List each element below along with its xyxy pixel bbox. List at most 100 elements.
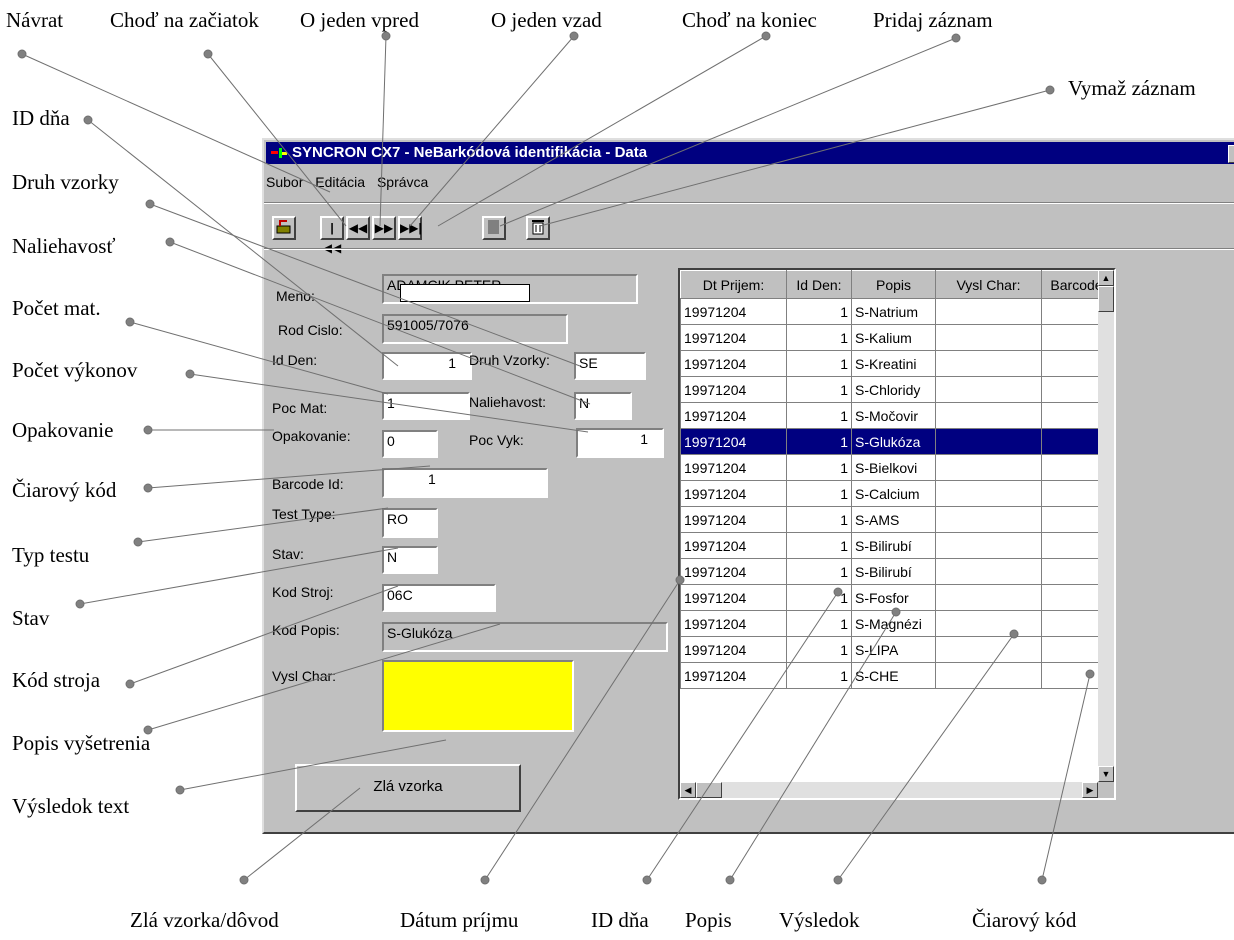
field-poc-mat-value: 1: [387, 395, 395, 411]
table-row[interactable]: 19971204 1 S-Bilirubí: [680, 532, 1112, 559]
field-kod-stroj[interactable]: 06C: [382, 584, 496, 612]
scroll-left-button[interactable]: ◀: [680, 782, 696, 798]
field-test-type[interactable]: RO: [382, 508, 438, 538]
field-druh-vzorky[interactable]: SE: [574, 352, 646, 380]
label-meno: Meno:: [276, 288, 315, 304]
app-icon: [271, 148, 287, 158]
scroll-up-button[interactable]: ▲: [1098, 270, 1114, 286]
cell-id-den: 1: [786, 480, 852, 507]
scrollbar-corner: [1098, 782, 1114, 798]
annotation-popis-vysetrenia: Popis vyšetrenia: [12, 731, 151, 755]
cell-id-den: 1: [786, 350, 852, 377]
scroll-right-button[interactable]: ▶: [1082, 782, 1098, 798]
field-id-den[interactable]: 1: [382, 352, 472, 380]
cell-vysl-char: [935, 532, 1042, 559]
label-poc-mat: Poc Mat:: [272, 400, 328, 416]
cell-id-den: 1: [786, 506, 852, 533]
menu-subor[interactable]: Subor: [266, 174, 303, 190]
cell-id-den: 1: [786, 636, 852, 663]
label-rod-cislo: Rod Cislo:: [278, 322, 343, 338]
records-grid[interactable]: Dt Prijem: Id Den: Popis Vysl Char: Barc…: [678, 268, 1116, 800]
column-header-vysl-char[interactable]: Vysl Char:: [935, 270, 1042, 299]
label-poc-vyk: Poc Vyk:: [469, 432, 524, 448]
table-row[interactable]: 19971204 1 S-Natrium: [680, 298, 1112, 325]
maximize-button[interactable]: [1228, 145, 1234, 163]
label-naliehavost: Naliehavost:: [469, 394, 547, 410]
field-barcode-id[interactable]: 1: [382, 468, 548, 498]
cell-popis: S-Močovir: [851, 402, 936, 429]
next-record-button[interactable]: ▶▶: [372, 216, 396, 240]
table-row[interactable]: 19971204 1 S-AMS: [680, 506, 1112, 533]
field-stav[interactable]: N: [382, 546, 438, 574]
step-back-icon: ◀◀: [348, 221, 368, 235]
label-druh-vzorky: Druh Vzorky:: [469, 352, 550, 368]
horizontal-scroll-thumb[interactable]: [696, 782, 722, 798]
field-opakovanie[interactable]: 0: [382, 430, 438, 458]
cell-dt-prijem: 19971204: [680, 454, 787, 481]
trash-icon: [532, 220, 544, 235]
annotation-zla-vzorka-dovod: Zlá vzorka/dôvod: [130, 908, 279, 932]
column-header-id-den[interactable]: Id Den:: [786, 270, 852, 299]
scroll-down-button[interactable]: ▼: [1098, 766, 1114, 782]
field-poc-vyk[interactable]: 1: [576, 428, 664, 458]
cell-vysl-char: [935, 298, 1042, 325]
field-kod-popis: S-Glukóza: [382, 622, 668, 652]
label-stav: Stav:: [272, 546, 304, 562]
menu-bar: Subor Editácia Správca: [266, 174, 436, 194]
annotation-vysledok-text: Výsledok text: [12, 794, 130, 818]
delete-record-button[interactable]: [526, 216, 550, 240]
column-header-dt-prijem[interactable]: Dt Prijem:: [680, 270, 787, 299]
annotation-vymaz-zaznam: Vymaž záznam: [1068, 76, 1196, 100]
vertical-scrollbar[interactable]: ▲ ▼: [1098, 270, 1114, 782]
table-row[interactable]: 19971204 1 S-CHE: [680, 662, 1112, 689]
cell-dt-prijem: 19971204: [680, 662, 787, 689]
toolbar-separator: [264, 248, 1234, 250]
cell-vysl-char: [935, 506, 1042, 533]
label-kod-stroj: Kod Stroj:: [272, 584, 334, 600]
vertical-scroll-thumb[interactable]: [1098, 286, 1114, 312]
table-row[interactable]: 19971204 1 S-Chloridy: [680, 376, 1112, 403]
add-record-button[interactable]: [482, 216, 506, 240]
go-last-button[interactable]: ▶▶|: [398, 216, 422, 240]
label-barcode-id: Barcode Id:: [272, 476, 344, 492]
table-row[interactable]: 19971204 1 S-Kreatini: [680, 350, 1112, 377]
table-row[interactable]: 19971204 1 S-Glukóza: [680, 428, 1112, 455]
cell-vysl-char: [935, 350, 1042, 377]
table-row[interactable]: 19971204 1 S-Bilirubí: [680, 558, 1112, 585]
column-header-popis[interactable]: Popis: [851, 270, 936, 299]
cell-vysl-char: [935, 636, 1042, 663]
prev-record-button[interactable]: ◀◀: [346, 216, 370, 240]
label-test-type: Test Type:: [272, 506, 336, 522]
cell-popis: S-Kreatini: [851, 350, 936, 377]
field-rod-cislo-value: 591005/7076: [387, 317, 469, 333]
horizontal-scrollbar[interactable]: ◀ ▶: [680, 782, 1098, 798]
cell-id-den: 1: [786, 662, 852, 689]
cell-vysl-char: [935, 428, 1042, 455]
annotation-opakovanie: Opakovanie: [12, 418, 114, 442]
table-row[interactable]: 19971204 1 S-LIPA: [680, 636, 1112, 663]
bad-sample-button[interactable]: Zlá vzorka: [295, 764, 521, 812]
table-row[interactable]: 19971204 1 S-Kalium: [680, 324, 1112, 351]
table-row[interactable]: 19971204 1 S-Magnézi: [680, 610, 1112, 637]
cell-dt-prijem: 19971204: [680, 558, 787, 585]
cell-dt-prijem: 19971204: [680, 636, 787, 663]
annotation-naliehavost: Naliehavosť: [12, 234, 116, 258]
menu-editacia[interactable]: Editácia: [315, 174, 365, 190]
table-row[interactable]: 19971204 1 S-Močovir: [680, 402, 1112, 429]
field-poc-mat[interactable]: 1: [382, 392, 470, 420]
menu-spravca[interactable]: Správca: [377, 174, 428, 190]
table-row[interactable]: 19971204 1 S-Calcium: [680, 480, 1112, 507]
go-first-button[interactable]: |◀◀: [320, 216, 344, 255]
table-row[interactable]: 19971204 1 S-Bielkovi: [680, 454, 1112, 481]
cell-dt-prijem: 19971204: [680, 324, 787, 351]
field-naliehavost[interactable]: N: [574, 392, 632, 420]
return-button[interactable]: [272, 216, 296, 240]
cell-popis: S-Chloridy: [851, 376, 936, 403]
field-opakovanie-value: 0: [387, 433, 395, 449]
title-bar: SYNCRON CX7 - NeBarkódová identifikácia …: [266, 142, 1234, 164]
menu-separator: [264, 202, 1234, 204]
cell-popis: S-Fosfor: [851, 584, 936, 611]
table-row[interactable]: 19971204 1 S-Fosfor: [680, 584, 1112, 611]
annotation-ciarovy-kod: Čiarový kód: [12, 478, 117, 502]
field-vysl-char[interactable]: [382, 660, 574, 732]
